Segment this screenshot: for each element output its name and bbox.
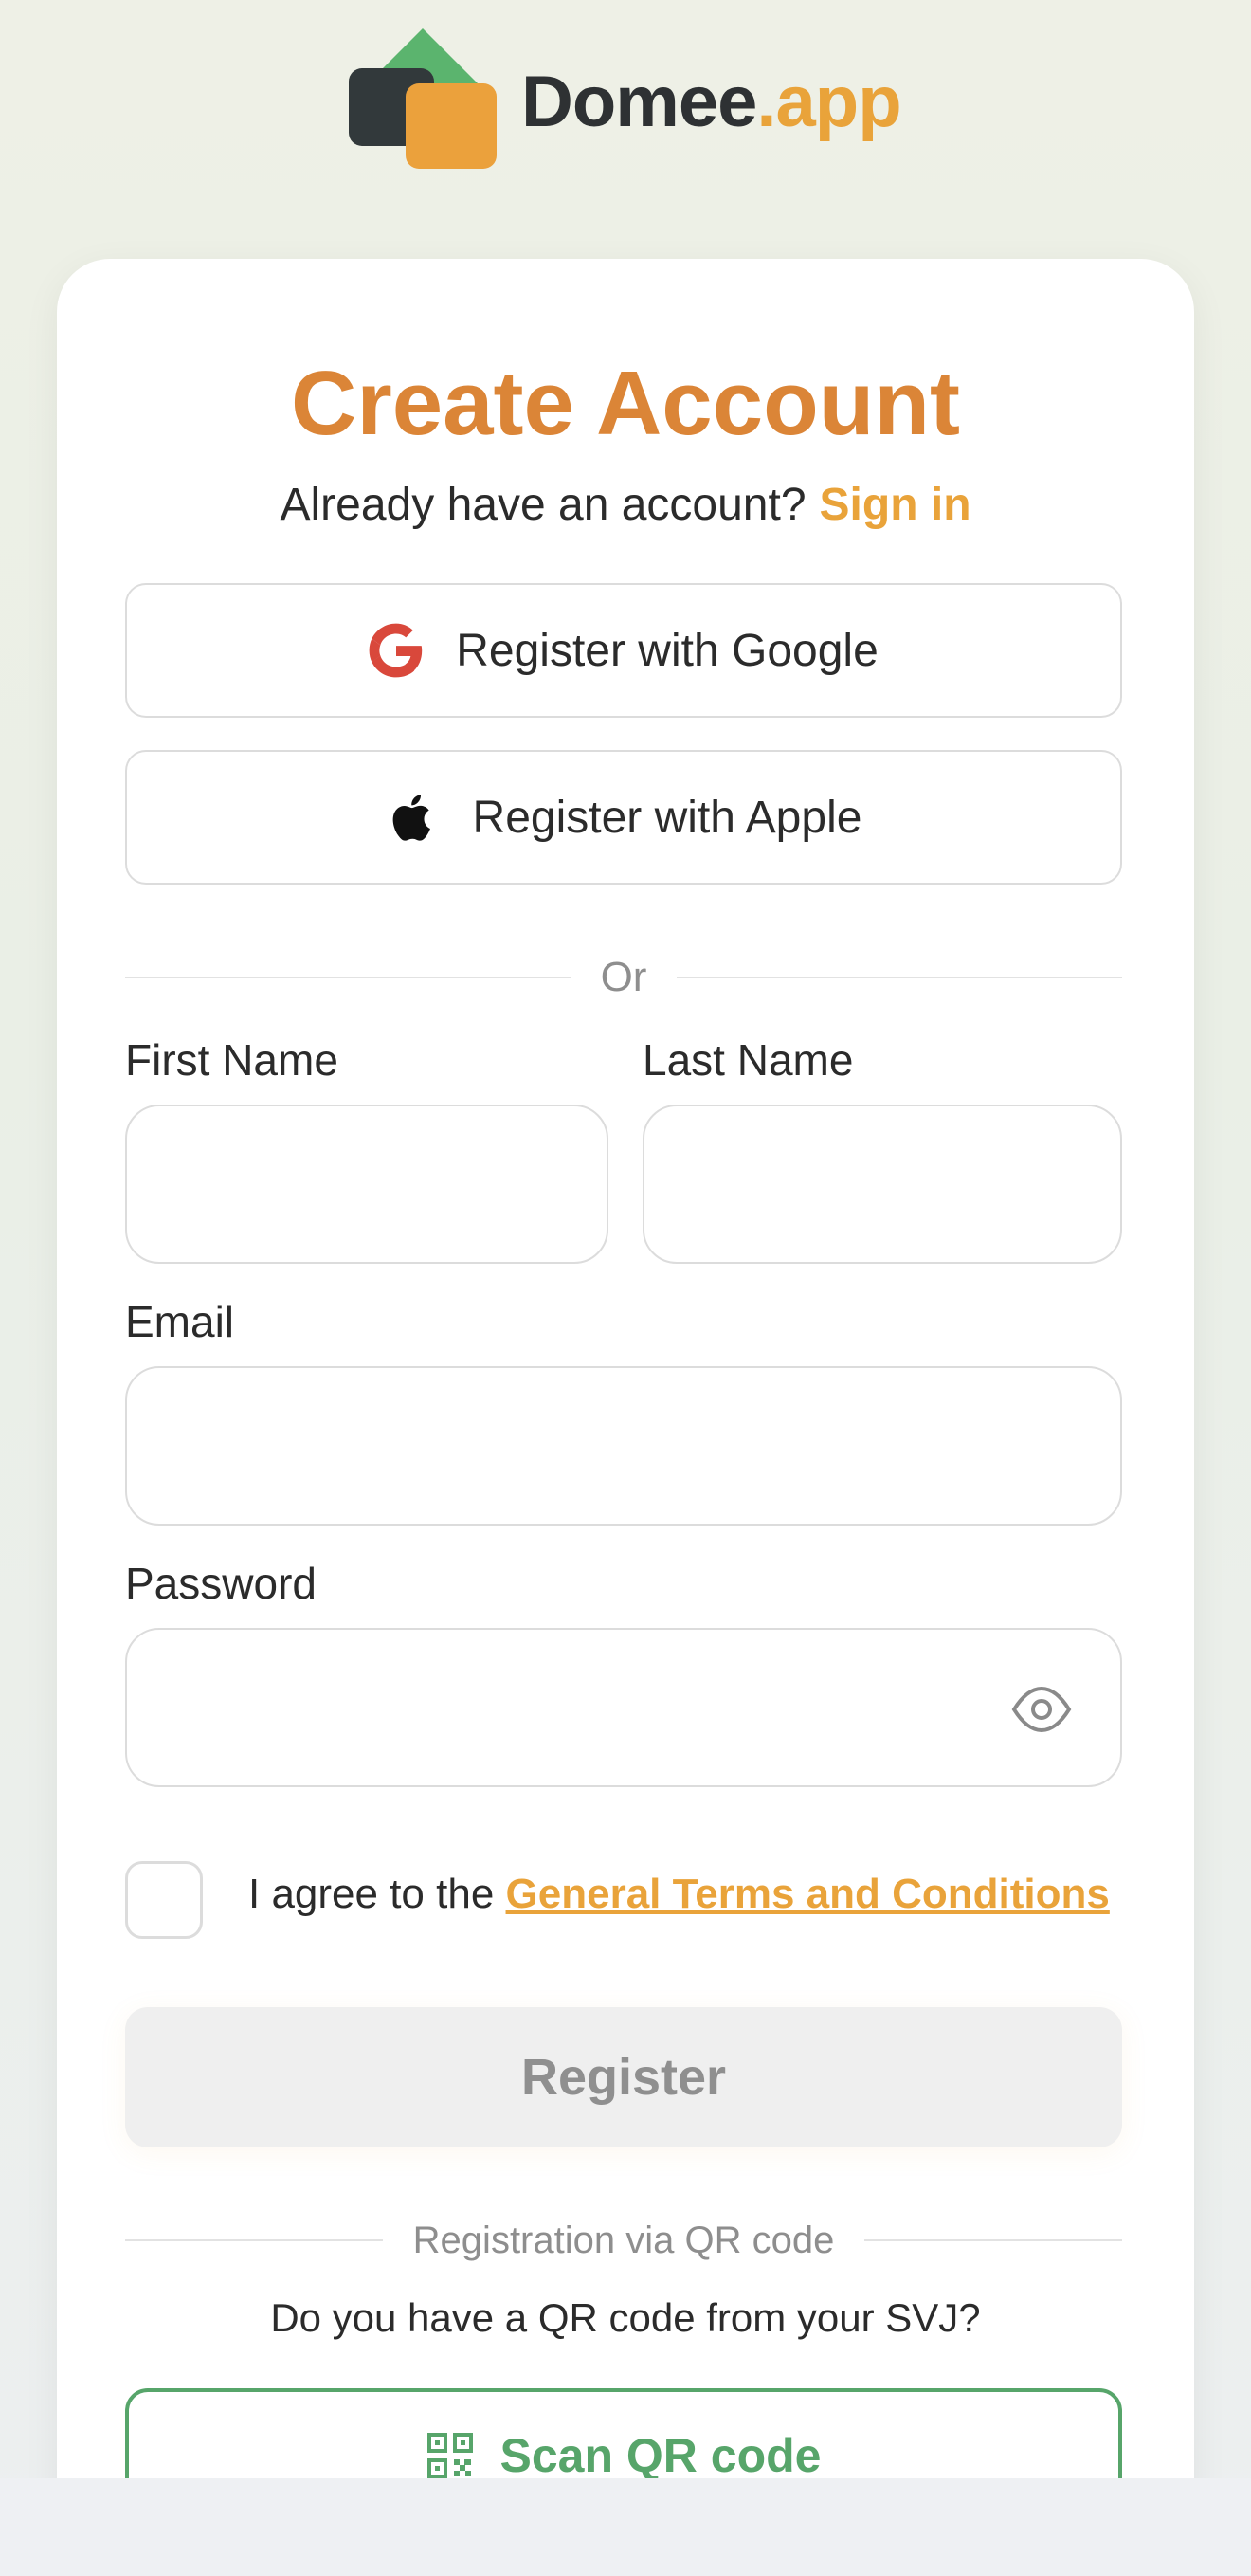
google-icon <box>369 623 423 678</box>
terms-prefix: I agree to the <box>248 1871 506 1917</box>
email-label: Email <box>125 1297 235 1346</box>
password-label: Password <box>125 1559 317 1608</box>
register-apple-button[interactable]: Register with Apple <box>125 750 1122 885</box>
first-name-field[interactable] <box>125 1105 608 1264</box>
first-name-label: First Name <box>125 1035 338 1085</box>
terms-link[interactable]: General Terms and Conditions <box>506 1871 1110 1917</box>
terms-checkbox[interactable] <box>125 1861 203 1939</box>
divider-line <box>125 977 571 978</box>
password-field[interactable] <box>125 1628 1122 1787</box>
already-account-text: Already have an account? <box>280 480 807 530</box>
register-google-button[interactable]: Register with Google <box>125 583 1122 718</box>
register-card: Create Account Already have an account? S… <box>57 259 1194 2576</box>
divider-line <box>864 2239 1122 2241</box>
or-text: Or <box>600 954 647 1000</box>
sign-in-prompt: Already have an account? Sign in <box>57 479 1194 531</box>
or-divider: Or <box>125 949 1123 1006</box>
qr-code-icon <box>426 2433 473 2478</box>
divider-line <box>125 2239 383 2241</box>
page-title: Create Account <box>291 353 960 454</box>
scan-qr-label: Scan QR code <box>499 2429 822 2482</box>
qr-question: Do you have a QR code from your SVJ? <box>270 2295 981 2340</box>
bottom-bar <box>0 2478 1251 2576</box>
divider-line <box>677 977 1123 978</box>
domee-logo-icon <box>349 28 497 169</box>
apple-button-label: Register with Apple <box>472 792 862 843</box>
apple-icon <box>392 795 430 841</box>
qr-divider-text: Registration via QR code <box>412 2219 835 2261</box>
last-name-field[interactable] <box>643 1105 1122 1264</box>
register-button[interactable]: Register <box>125 2007 1122 2147</box>
sign-in-link[interactable]: Sign in <box>820 480 971 530</box>
eye-icon[interactable] <box>1010 1681 1073 1738</box>
qr-divider: Registration via QR code <box>125 2212 1122 2269</box>
last-name-label: Last Name <box>643 1035 854 1085</box>
brand-name: Domee.app <box>521 62 902 142</box>
google-button-label: Register with Google <box>456 625 879 676</box>
brand-logo: Domee.app <box>0 28 1251 171</box>
email-field[interactable] <box>125 1366 1122 1526</box>
terms-agreement: I agree to the General Terms and Conditi… <box>248 1871 1110 1918</box>
